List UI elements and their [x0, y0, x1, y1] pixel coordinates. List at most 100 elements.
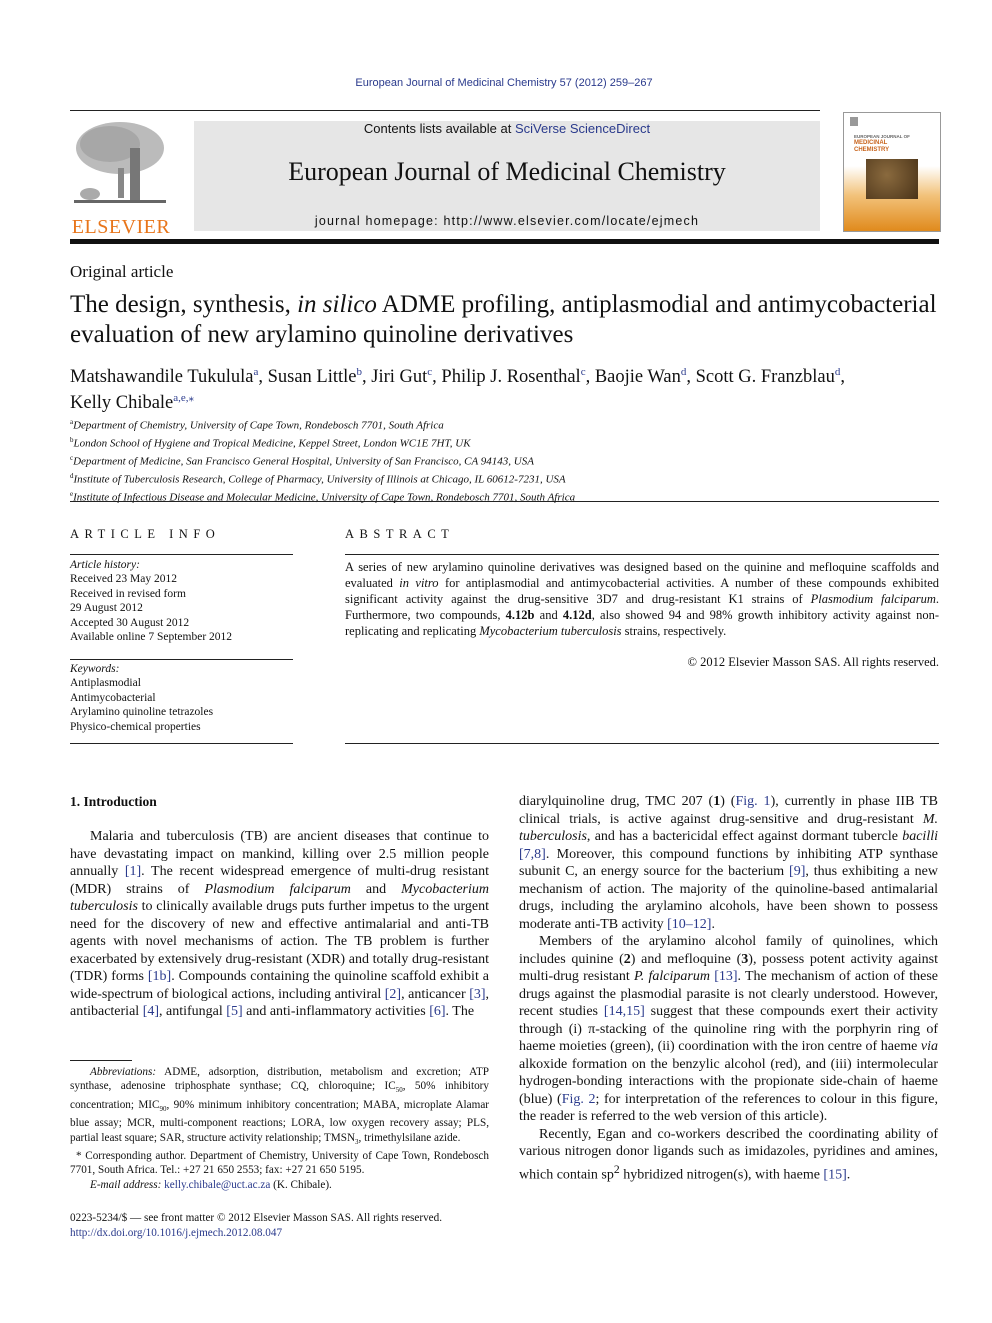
footnotes: Abbreviations: ADME, adsorption, distrib…	[70, 1065, 489, 1192]
history-item: Received in revised form	[70, 587, 186, 600]
author-name[interactable]: Kelly Chibale	[70, 393, 173, 413]
abstract-italic: Plasmodium falciparum	[810, 592, 936, 606]
citation-link[interactable]: European Journal of Medicinal Chemistry …	[355, 77, 652, 89]
reference-link[interactable]: [2]	[385, 987, 401, 1002]
affiliation: dInstitute of Tuberculosis Research, Col…	[70, 469, 670, 487]
header-rule	[70, 110, 820, 111]
affiliation-text: Department of Chemistry, University of C…	[73, 419, 444, 432]
abbreviations-footnote: Abbreviations: ADME, adsorption, distrib…	[70, 1065, 489, 1149]
reference-link[interactable]: [5]	[226, 1004, 242, 1019]
reference-link[interactable]: [6]	[429, 1004, 445, 1019]
journal-cover-thumbnail[interactable]: EUROPEAN JOURNAL OF MEDICINAL CHEMISTRY	[843, 112, 941, 232]
italic-text: Plasmodium falciparum	[204, 881, 351, 897]
compound-label: 4.12d	[562, 608, 592, 622]
text-run: .	[711, 916, 715, 932]
affiliation: aDepartment of Chemistry, University of …	[70, 415, 670, 433]
journal-citation[interactable]: European Journal of Medicinal Chemistry …	[0, 77, 992, 89]
affiliation-text: Institute of Tuberculosis Research, Coll…	[73, 473, 566, 486]
abstract-span: and	[534, 608, 563, 622]
history-item: Available online 7 September 2012	[70, 631, 233, 644]
author-affiliation-marker[interactable]: c	[581, 366, 586, 378]
text-run: , trimethylsilane azide.	[358, 1131, 461, 1144]
reference-link[interactable]: Fig. 2	[562, 1092, 596, 1107]
email-link[interactable]: kelly.chibale@uct.ac.za	[164, 1179, 270, 1191]
article-history: Article history: Received 23 May 2012 Rec…	[70, 558, 232, 644]
author-name[interactable]: Matshawandile Tukulula	[70, 367, 253, 387]
author-affiliation-marker[interactable]: d	[835, 366, 841, 378]
text-run: .	[846, 1167, 851, 1183]
reference-link[interactable]: [1b]	[148, 969, 171, 984]
cover-molecule-image	[866, 159, 918, 199]
author-affiliation-marker[interactable]: c	[427, 366, 432, 378]
article-info-rule	[70, 743, 293, 744]
reference-link[interactable]: [3]	[469, 987, 485, 1002]
keyword: Antiplasmodial	[70, 677, 141, 690]
abstract-span: strains, respectively.	[621, 624, 727, 638]
reference-link[interactable]: [15]	[823, 1167, 846, 1182]
author-name[interactable]: Philip J. Rosenthal	[441, 367, 580, 387]
affiliation: eInstitute of Infectious Disease and Mol…	[70, 487, 670, 505]
abbrev-label: Abbreviations:	[90, 1066, 157, 1078]
abstract-rule	[345, 743, 939, 744]
author-affiliation-marker[interactable]: a,e,⁎	[173, 392, 194, 404]
cover-title-line: CHEMISTRY	[854, 147, 890, 153]
reference-link[interactable]: [7,8]	[519, 847, 546, 862]
text-run: , antifungal	[159, 1004, 227, 1019]
section-heading-introduction: 1. Introduction	[70, 794, 157, 809]
abstract-text: A series of new arylamino quinoline deri…	[345, 559, 939, 639]
abstract-italic: in vitro	[399, 576, 439, 590]
email-suffix: (K. Chibale).	[270, 1178, 332, 1191]
article-type: Original article	[70, 262, 174, 281]
history-item: Accepted 30 August 2012	[70, 616, 190, 629]
elsevier-logo[interactable]: ELSEVIER	[70, 118, 172, 237]
history-item: 29 August 2012	[70, 602, 143, 615]
author-name[interactable]: Scott G. Franzblau	[696, 367, 835, 387]
title-italic: in silico	[297, 291, 377, 318]
article-info-heading: ARTICLE INFO	[70, 527, 221, 541]
keywords-label: Keywords:	[70, 663, 120, 675]
keyword: Antimycobacterial	[70, 691, 156, 704]
contents-line: Contents lists available at SciVerse Sci…	[194, 121, 820, 136]
body-paragraph: diarylquinoline drug, TMC 207 (1) (Fig. …	[519, 793, 938, 933]
author-affiliation-marker[interactable]: d	[681, 366, 687, 378]
text-run: . The	[445, 1004, 475, 1019]
article-title: The design, synthesis, in silico ADME pr…	[70, 290, 940, 350]
author-list: Matshawandile Tukululaa, Susan Littleb, …	[70, 366, 845, 414]
body-paragraph: Recently, Egan and co-workers described …	[519, 1126, 938, 1184]
subscript: 50	[395, 1086, 403, 1095]
reference-link[interactable]: [14,15]	[604, 1004, 645, 1019]
abstract-rule	[345, 554, 939, 555]
author-name[interactable]: Jiri Gut	[371, 367, 427, 387]
footnote-rule	[70, 1060, 132, 1061]
reference-link[interactable]: [1]	[125, 864, 141, 879]
italic-text: bacilli	[902, 829, 938, 844]
author-name[interactable]: Baojie Wan	[595, 367, 681, 387]
section-rule	[70, 501, 939, 502]
text-run: ) (	[720, 794, 736, 809]
text-run: , anticancer	[401, 986, 470, 1002]
keyword: Physico-chemical properties	[70, 720, 201, 733]
doi-link[interactable]: http://dx.doi.org/10.1016/j.ejmech.2012.…	[70, 1227, 282, 1239]
abstract-copyright: © 2012 Elsevier Masson SAS. All rights r…	[687, 655, 940, 669]
journal-title: European Journal of Medicinal Chemistry	[288, 157, 726, 186]
affiliation-text: London School of Hygiene and Tropical Me…	[73, 437, 471, 450]
history-item: Received 23 May 2012	[70, 573, 177, 586]
author-name[interactable]: Susan Little	[268, 367, 357, 387]
journal-homepage[interactable]: journal homepage: http://www.elsevier.co…	[194, 214, 820, 228]
author-affiliation-marker[interactable]: b	[357, 366, 363, 378]
italic-text: P. falciparum	[634, 969, 710, 984]
author-affiliation-marker[interactable]: a	[253, 366, 258, 378]
email-footnote: E-mail address: kelly.chibale@uct.ac.za …	[70, 1178, 489, 1192]
front-matter-text: 0223-5234/$ — see front matter © 2012 El…	[70, 1212, 443, 1224]
keyword: Arylamino quinoline tetrazoles	[70, 706, 214, 719]
journal-masthead: Contents lists available at SciVerse Sci…	[194, 121, 820, 231]
sciencedirect-link[interactable]: SciVerse ScienceDirect	[515, 121, 650, 136]
article-info-rule	[70, 554, 293, 555]
reference-link[interactable]: [9]	[789, 864, 805, 879]
reference-link[interactable]: Fig. 1	[735, 794, 770, 809]
front-matter: 0223-5234/$ — see front matter © 2012 El…	[70, 1211, 510, 1240]
reference-link[interactable]: [10–12]	[667, 917, 711, 932]
reference-link[interactable]: [13]	[714, 969, 737, 984]
cover-elsevier-icon	[850, 117, 858, 126]
reference-link[interactable]: [4]	[143, 1004, 159, 1019]
